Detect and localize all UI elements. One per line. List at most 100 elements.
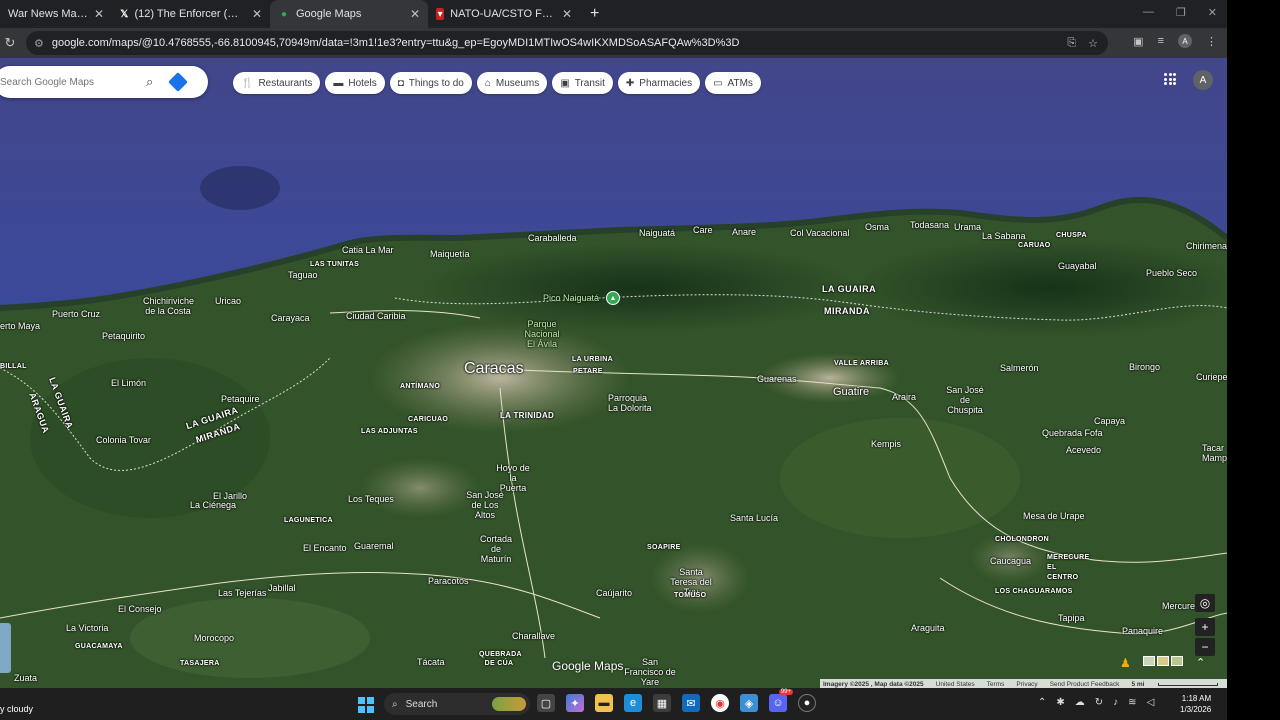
place-label[interactable]: TOMUSO: [674, 592, 706, 599]
obs-icon[interactable]: ●: [798, 694, 816, 712]
place-label[interactable]: Todasana: [910, 220, 949, 230]
place-label[interactable]: Petaquire: [221, 394, 260, 404]
tab-close-icon[interactable]: ✕: [410, 7, 420, 21]
zoom-in-button[interactable]: +: [1195, 618, 1215, 636]
chip-hotels[interactable]: ▬ Hotels: [325, 72, 385, 94]
tab-the-enforcer[interactable]: 𝕏 (12) The Enforcer (@ItsTheEnfo ✕: [112, 0, 270, 28]
peak-marker-icon[interactable]: ▲: [606, 291, 620, 305]
place-label[interactable]: CARICUAO: [408, 416, 448, 423]
place-label[interactable]: ANTÍMANO: [400, 383, 440, 390]
place-label[interactable]: Araira: [892, 392, 916, 402]
place-label[interactable]: Tacar Mamp: [1202, 443, 1227, 463]
layer-thumb[interactable]: [1171, 656, 1183, 666]
place-label[interactable]: erto Maya: [0, 321, 40, 331]
bookmark-star-icon[interactable]: ☆: [1088, 37, 1098, 50]
place-label[interactable]: Pico Naiguatá: [543, 293, 599, 303]
place-label[interactable]: Mesa de Urape: [1023, 511, 1085, 521]
place-label[interactable]: GUACAMAYA: [75, 643, 123, 650]
place-label[interactable]: Ciudad Caribia: [346, 311, 406, 321]
chip-things-to-do[interactable]: ◘ Things to do: [389, 72, 472, 94]
place-label[interactable]: Quebrada Fofa: [1042, 428, 1103, 438]
new-tab-button[interactable]: +: [590, 5, 599, 23]
place-label[interactable]: Tácata: [417, 657, 445, 667]
tab-close-icon[interactable]: ✕: [252, 7, 262, 21]
privacy-link[interactable]: Privacy: [1016, 681, 1037, 688]
map-satellite-view[interactable]: Pico Naiguatá ▲ Parque Nacional El Ávila…: [0, 58, 1227, 688]
terms-link[interactable]: Terms: [987, 681, 1005, 688]
chip-restaurants[interactable]: 🍴 Restaurants: [233, 72, 321, 94]
place-label[interactable]: Guarenas: [757, 374, 797, 384]
place-label[interactable]: Urama: [954, 222, 981, 232]
place-label[interactable]: Carayaca: [271, 313, 310, 323]
store-icon[interactable]: ▦: [653, 694, 671, 712]
wifi-icon[interactable]: ≋: [1128, 697, 1136, 708]
chip-museums[interactable]: ⌂ Museums: [476, 72, 548, 94]
place-label[interactable]: TASAJERA: [180, 660, 220, 667]
tab-nato-force[interactable]: ▾ NATO-UA/CSTO Force Disposit ✕: [428, 0, 580, 28]
place-label[interactable]: Hoyo de la Puerta: [496, 463, 530, 493]
google-apps-icon[interactable]: [1164, 73, 1176, 85]
place-label[interactable]: CHUSPA: [1056, 232, 1087, 239]
place-label[interactable]: SOAPIRE: [647, 544, 681, 551]
tab-close-icon[interactable]: ✕: [94, 7, 104, 21]
place-label[interactable]: Caracas: [464, 360, 524, 378]
place-label[interactable]: Kempis: [871, 439, 901, 449]
place-label[interactable]: Panaquire: [1122, 626, 1163, 636]
chrome-icon[interactable]: ◉: [711, 694, 729, 712]
place-label[interactable]: Puerto Cruz: [52, 309, 100, 319]
place-label[interactable]: Taguao: [288, 270, 318, 280]
place-label[interactable]: Salmerón: [1000, 363, 1039, 373]
microphone-icon[interactable]: ♪: [1113, 697, 1118, 708]
place-label[interactable]: Charallave: [512, 631, 555, 641]
place-label[interactable]: CHOLONDRON: [995, 536, 1049, 543]
place-label[interactable]: Capaya: [1094, 416, 1125, 426]
place-label[interactable]: Colonia Tovar: [96, 435, 151, 445]
windows-start-icon[interactable]: [358, 697, 374, 713]
discord-icon[interactable]: ☺ 99+: [769, 689, 793, 712]
place-label[interactable]: Caucagua: [990, 556, 1031, 566]
file-explorer-icon[interactable]: ▬: [595, 694, 613, 712]
place-label[interactable]: La Victoria: [66, 623, 108, 633]
place-label[interactable]: Col Vacacional: [790, 228, 849, 238]
install-app-icon[interactable]: ⎘: [1067, 37, 1076, 50]
close-window-icon[interactable]: ✕: [1208, 6, 1217, 19]
place-label[interactable]: Acevedo: [1066, 445, 1101, 455]
reload-icon[interactable]: ↻: [0, 35, 20, 51]
place-label[interactable]: MERECURE EL CENTRO: [1047, 553, 1089, 583]
place-label[interactable]: Curiepe: [1196, 372, 1227, 382]
place-label[interactable]: Cortada de Maturín: [476, 534, 516, 564]
place-label[interactable]: VALLE ARRIBA: [834, 360, 889, 367]
pegman-icon[interactable]: ♟: [1120, 656, 1134, 672]
address-bar[interactable]: ⚙ google.com/maps/@10.4768555,-66.810094…: [26, 31, 1108, 55]
place-label[interactable]: Parroquia La Dolorita: [608, 393, 652, 413]
place-label[interactable]: Birongo: [1129, 362, 1160, 372]
place-label[interactable]: Tapipa: [1058, 613, 1085, 623]
place-label[interactable]: Zuata: [14, 673, 37, 683]
directions-icon[interactable]: [168, 72, 189, 92]
chip-pharmacies[interactable]: ✚ Pharmacies: [617, 72, 701, 94]
region-link[interactable]: United States: [936, 681, 975, 688]
place-label[interactable]: La Sabana: [982, 231, 1026, 241]
layers-thumbnails[interactable]: [1143, 656, 1183, 666]
place-label[interactable]: Guatire: [833, 386, 869, 398]
site-info-icon[interactable]: ⚙: [34, 37, 44, 50]
url-text[interactable]: google.com/maps/@10.4768555,-66.8100945,…: [52, 37, 740, 49]
tab-war-news[interactable]: War News Map Day 140 ✕: [0, 0, 112, 28]
place-label[interactable]: Mercure: [1162, 601, 1195, 611]
place-label[interactable]: Catia La Mar: [342, 245, 394, 255]
minimize-icon[interactable]: —: [1143, 6, 1154, 19]
place-label[interactable]: Los Teques: [348, 494, 394, 504]
zoom-out-button[interactable]: −: [1195, 638, 1215, 656]
my-location-icon[interactable]: ◎: [1195, 594, 1215, 612]
place-label[interactable]: Chichiriviche de la Costa: [143, 296, 194, 316]
copilot-icon[interactable]: ✦: [566, 694, 584, 712]
speaker-icon[interactable]: ◁: [1147, 697, 1155, 708]
place-label[interactable]: PETARE: [573, 368, 603, 375]
place-label[interactable]: CARUAO: [1018, 242, 1051, 249]
place-label[interactable]: LA TRINIDAD: [500, 411, 554, 420]
restore-icon[interactable]: ❐: [1176, 6, 1186, 19]
place-label[interactable]: Las Tejerías: [218, 588, 266, 598]
place-label[interactable]: LAS ADJUNTAS: [361, 428, 418, 435]
place-label[interactable]: Guaremal: [354, 541, 394, 551]
place-label[interactable]: El Limón: [111, 378, 146, 388]
